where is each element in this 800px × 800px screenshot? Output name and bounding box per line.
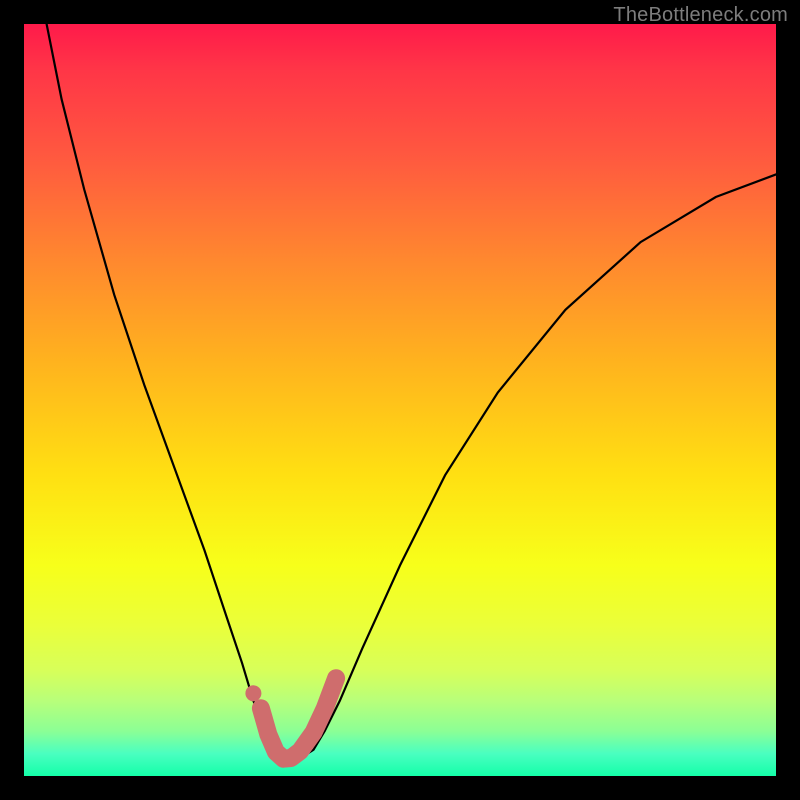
bottleneck-marker-dot: [245, 685, 261, 701]
bottleneck-marker-stroke: [261, 678, 336, 759]
chart-svg: [24, 24, 776, 776]
chart-frame: [24, 24, 776, 776]
watermark-text: TheBottleneck.com: [613, 4, 788, 27]
curve-line: [47, 24, 776, 761]
